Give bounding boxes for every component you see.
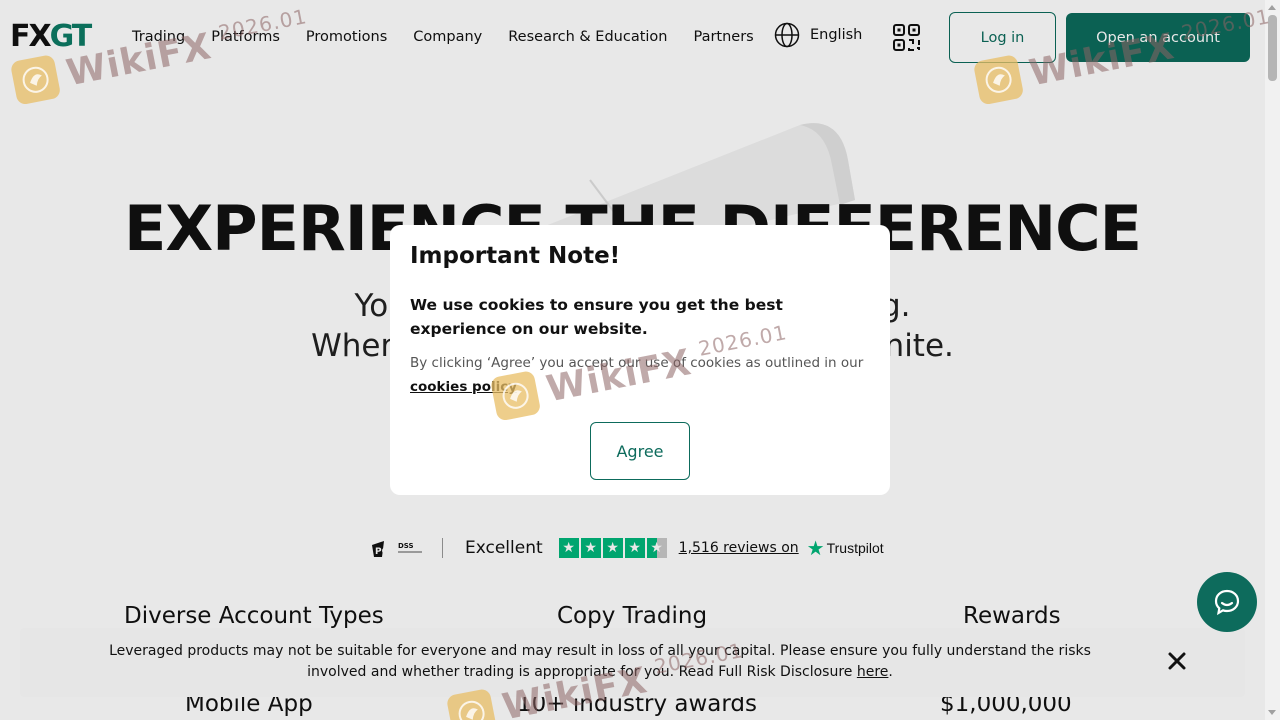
close-icon[interactable] <box>1166 650 1188 672</box>
risk-text-body: Leveraged products may not be suitable f… <box>109 643 1091 680</box>
modal-lead-text: We use cookies to ensure you get the bes… <box>410 296 783 338</box>
risk-text-suffix: . <box>888 664 893 680</box>
modal-body-prefix: By clicking ‘Agree’ you accept our use o… <box>410 355 864 371</box>
modal-title: Important Note! <box>410 243 621 269</box>
scroll-up-arrow-icon[interactable] <box>1268 5 1276 10</box>
cookie-modal: Important Note! We use cookies to ensure… <box>390 225 890 495</box>
chat-widget-button[interactable] <box>1197 572 1257 632</box>
agree-button[interactable]: Agree <box>590 422 690 480</box>
chat-bubble-icon <box>1214 589 1240 616</box>
modal-body-text: By clicking ‘Agree’ you accept our use o… <box>410 351 870 399</box>
scroll-down-arrow-icon[interactable] <box>1268 710 1276 715</box>
risk-disclosure-text: Leveraged products may not be suitable f… <box>90 641 1110 683</box>
scrollbar-thumb[interactable] <box>1268 15 1277 81</box>
cookies-policy-link[interactable]: cookies policy <box>410 379 517 395</box>
risk-disclosure-link[interactable]: here <box>857 664 889 680</box>
risk-disclosure-banner: Leveraged products may not be suitable f… <box>20 628 1245 697</box>
page-scrollbar[interactable] <box>1265 0 1280 720</box>
